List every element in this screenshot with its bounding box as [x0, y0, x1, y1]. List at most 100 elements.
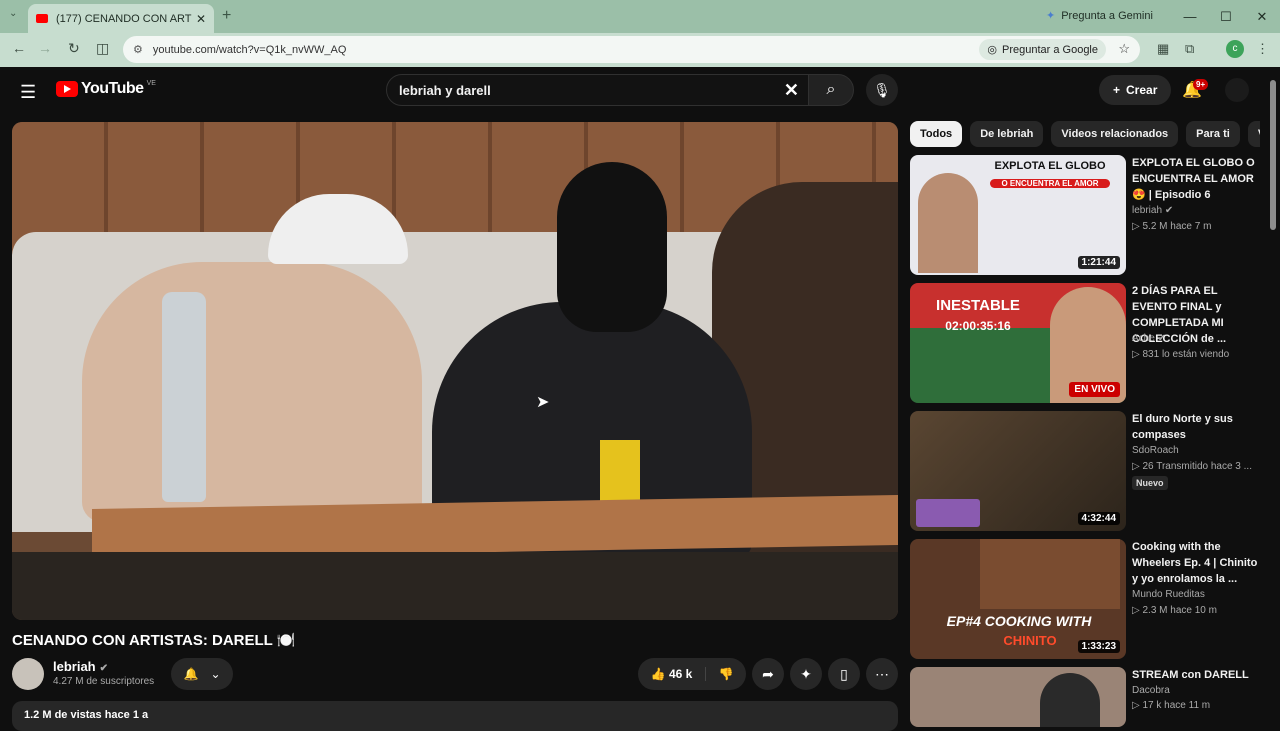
subscription-notifications-button[interactable]: 🔔 ⌄ [171, 658, 233, 690]
thumbnail-subtext: CHINITO [1003, 633, 1057, 648]
browser-tab-title: (177) CENANDO CON ARTISTA [56, 12, 192, 25]
search-input[interactable]: lebriah y darell ✕ [386, 74, 810, 106]
maximize-window-icon[interactable]: ☐ [1208, 0, 1244, 33]
live-badge: EN VIVO [1069, 382, 1120, 397]
gemini-icon: ✦ [1046, 10, 1056, 22]
channel-avatar[interactable] [12, 658, 44, 690]
browser-tab-active[interactable]: (177) CENANDO CON ARTISTA ✕ [28, 4, 214, 33]
recommendation-channel: Mundo Rueditas [1132, 589, 1205, 600]
split-view-icon[interactable]: ◫ [96, 40, 109, 57]
play-small-icon: ▷ [1132, 221, 1140, 232]
page-scrollbar[interactable] [1270, 80, 1276, 230]
menu-hamburger-icon[interactable]: ☰ [20, 82, 36, 103]
search-icon: ⌕ [826, 81, 836, 98]
puzzle-icon[interactable]: ⧉ [1185, 41, 1194, 57]
recommendation-thumbnail[interactable]: EP#4 COOKING WITH CHINITO 1:33:23 [910, 539, 1126, 659]
verified-check-icon: ✔ [1157, 333, 1166, 344]
dislike-button[interactable]: 👎 [706, 667, 746, 681]
recommendation-meta: ▷ 5.2 M hace 7 m [1132, 221, 1211, 232]
bookmark-icon: ▯ [840, 666, 848, 682]
recommendation-item[interactable]: EXPLOTA EL GLOBO O ENCUENTRA EL AMOR 1:2… [910, 155, 1260, 275]
save-button[interactable]: ▯ [828, 658, 860, 690]
meta-text: 26 Transmitido hace 3 ... [1142, 461, 1252, 472]
recommendation-thumbnail[interactable] [910, 667, 1126, 727]
thumbnail-text: EP#4 COOKING WITH [946, 613, 1092, 629]
bookmark-star-icon[interactable]: ☆ [1118, 41, 1130, 57]
ask-google-button[interactable]: ◎ Preguntar a Google [979, 39, 1106, 60]
back-arrow-icon[interactable]: ← [12, 40, 26, 56]
play-small-icon: ▷ [1132, 700, 1140, 711]
share-arrow-icon: ➦ [762, 666, 774, 682]
address-bar[interactable]: ⚙ youtube.com/watch?v=Q1k_nvWW_AQ ◎ Preg… [123, 36, 1140, 63]
video-title: CENANDO CON ARTISTAS: DARELL 🍽️ [12, 632, 296, 649]
recommendation-thumbnail[interactable]: EXPLOTA EL GLOBO O ENCUENTRA EL AMOR 1:2… [910, 155, 1126, 275]
thumbnail-text: INESTABLE [936, 297, 1020, 314]
more-actions-button[interactable]: ⋯ [866, 658, 898, 690]
recommendation-item[interactable]: EP#4 COOKING WITH CHINITO 1:33:23 Cookin… [910, 539, 1260, 659]
related-filter-chips: Todos De lebriah Videos relacionados Par… [910, 121, 1260, 147]
thumbnail-person [1040, 673, 1100, 727]
search-button[interactable]: ⌕ [808, 74, 854, 106]
description-box[interactable]: 1.2 M de vistas hace 1 a [12, 701, 898, 731]
recommendation-thumbnail[interactable]: INESTABLE 02:00:35:16 EN VIVO [910, 283, 1126, 403]
mouse-cursor-icon: ➤ [536, 394, 550, 411]
recommendation-item[interactable]: STREAM con DARELL Dacobra ▷ 17 k hace 11… [910, 667, 1260, 727]
recommendation-meta: ▷ 26 Transmitido hace 3 ... [1132, 461, 1252, 472]
recommendation-meta: ▷ 17 k hace 11 m [1132, 700, 1210, 711]
channel-name: lebriah [53, 659, 96, 674]
new-badge: Nuevo [1132, 476, 1168, 490]
play-small-icon: ▷ [1132, 605, 1140, 616]
chip-visto[interactable]: Visto [1247, 121, 1260, 147]
recommendation-meta: ▷ 2.3 M hace 10 m [1132, 605, 1217, 616]
more-horizontal-icon: ⋯ [875, 666, 889, 682]
channel-name-text: lebriah [1132, 205, 1163, 216]
play-small-icon: ▷ [1132, 461, 1140, 472]
account-avatar[interactable] [1225, 78, 1249, 102]
browser-toolbar: ← → ↻ ◫ ⚙ youtube.com/watch?v=Q1k_nvWW_A… [0, 33, 1280, 67]
share-button[interactable]: ➦ [752, 658, 784, 690]
chip-videos-relacionados[interactable]: Videos relacionados [1051, 121, 1179, 147]
meta-text: 2.3 M hace 10 m [1142, 605, 1217, 616]
voice-search-button[interactable]: 🎙 [866, 74, 898, 106]
youtube-logo[interactable]: YouTube VE [56, 80, 156, 98]
subscriber-count: 4.27 M de suscriptores [53, 676, 155, 687]
like-button[interactable]: 👍 46 k [638, 667, 706, 681]
new-tab-button[interactable]: + [222, 7, 231, 25]
video-frame-person-left [82, 262, 422, 522]
browser-profile-avatar[interactable]: c [1226, 40, 1244, 58]
video-player[interactable] [12, 122, 898, 620]
google-lens-icon: ◎ [987, 44, 997, 56]
chip-todos[interactable]: Todos [910, 121, 963, 147]
bell-icon: 🔔 [183, 667, 199, 681]
url-text: youtube.com/watch?v=Q1k_nvWW_AQ [152, 43, 347, 56]
tab-search-icon[interactable]: ⌄ [9, 8, 17, 19]
minimize-window-icon[interactable]: — [1172, 0, 1208, 33]
play-small-icon: ▷ [1132, 349, 1140, 360]
search-query: lebriah y darell [399, 82, 491, 98]
gemini-button[interactable]: ✦ Pregunta a Gemini [1046, 9, 1153, 23]
close-tab-icon[interactable]: ✕ [196, 12, 206, 26]
plus-icon: + [1113, 83, 1121, 97]
clear-search-icon[interactable]: ✕ [784, 80, 799, 101]
channel-name-link[interactable]: lebriah ✔ [53, 659, 108, 674]
site-info-icon[interactable]: ⚙ [133, 43, 143, 56]
chip-de-lebriah[interactable]: De lebriah [970, 121, 1044, 147]
create-button[interactable]: + Crear [1099, 75, 1172, 105]
browser-menu-icon[interactable]: ⋮ [1256, 41, 1269, 57]
close-window-icon[interactable]: ✕ [1244, 0, 1280, 33]
chip-para-ti[interactable]: Para ti [1186, 121, 1240, 147]
reload-icon[interactable]: ↻ [68, 40, 80, 57]
duration-badge: 4:32:44 [1077, 512, 1120, 525]
notification-count-badge: 9+ [1193, 79, 1209, 90]
recommendation-thumbnail[interactable]: 4:32:44 [910, 411, 1126, 531]
ask-ai-button[interactable]: ✦ [790, 658, 822, 690]
verified-check-icon: ✔ [99, 663, 109, 674]
recommendation-item[interactable]: INESTABLE 02:00:35:16 EN VIVO 2 DÍAS PAR… [910, 283, 1260, 403]
duration-badge: 1:21:44 [1077, 256, 1120, 269]
thumbnail-text: EXPLOTA EL GLOBO [994, 160, 1106, 172]
meta-text: 17 k hace 11 m [1142, 700, 1211, 711]
forward-arrow-icon[interactable]: → [38, 40, 52, 56]
extensions-grid-icon[interactable]: ▦ [1157, 41, 1169, 57]
recommendation-item[interactable]: 4:32:44 El duro Norte y sus compases Sdo… [910, 411, 1260, 531]
recommendation-channel: SdoRoach [1132, 445, 1179, 456]
